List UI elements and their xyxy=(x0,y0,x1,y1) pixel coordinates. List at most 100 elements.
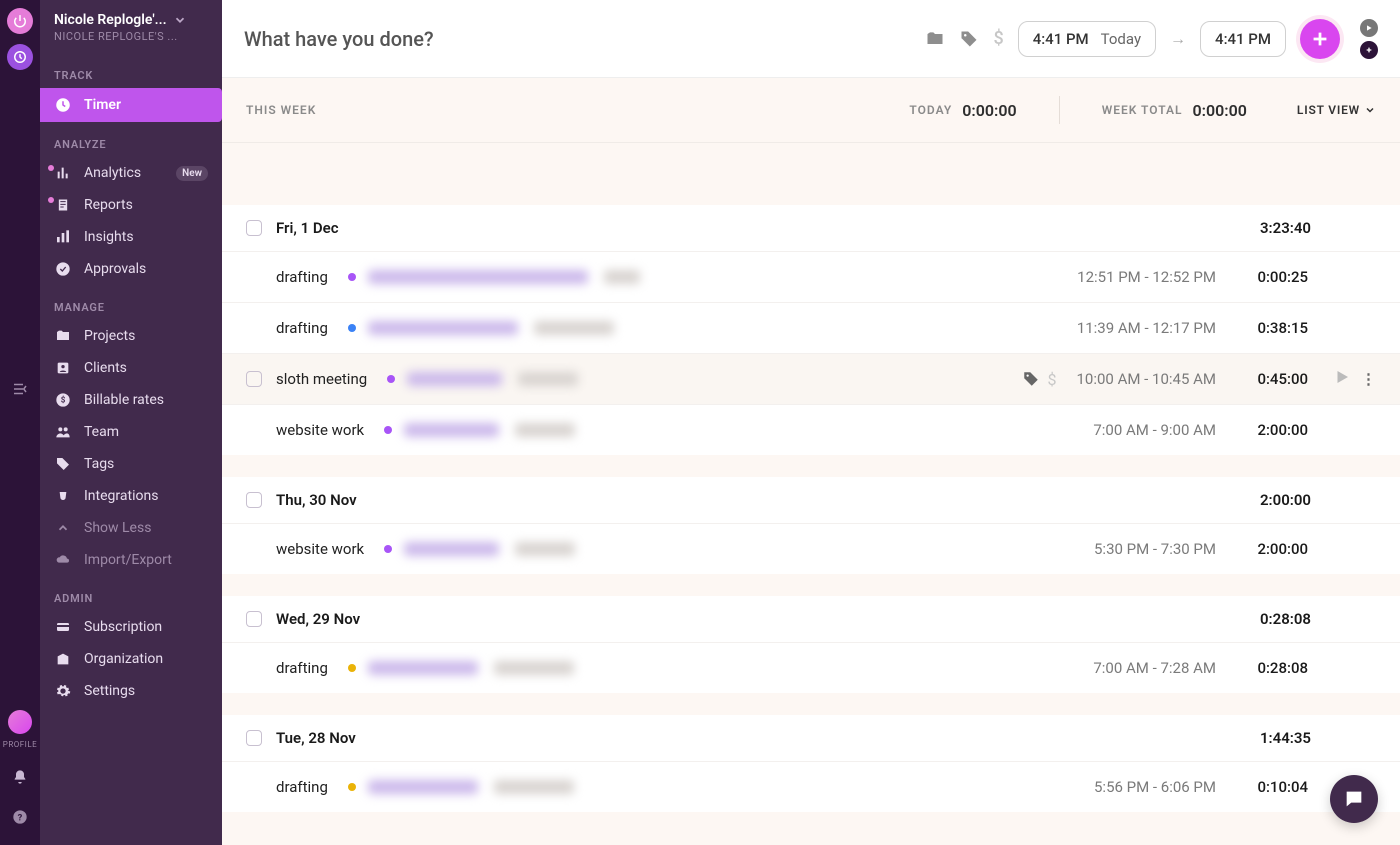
sidebar-item-settings[interactable]: Settings xyxy=(40,675,222,707)
time-entry[interactable]: website work 7:00 AM - 9:00 AM 2:00:00 ⋮ xyxy=(222,404,1400,455)
chat-button[interactable] xyxy=(1330,775,1378,823)
help-icon[interactable]: ? xyxy=(12,809,28,829)
folder-icon xyxy=(54,328,72,344)
sidebar-item-analytics[interactable]: AnalyticsNew xyxy=(40,157,222,189)
play-icon[interactable] xyxy=(1333,368,1351,390)
nav-label: Show Less xyxy=(84,520,151,536)
sidebar-item-timer[interactable]: Timer xyxy=(40,88,222,122)
main-area: $ 4:41 PMToday → 4:41 PM THIS WEEK TODAY… xyxy=(222,0,1400,845)
project-name-redacted xyxy=(368,321,518,335)
time-entry[interactable]: drafting 12:51 PM - 12:52 PM 0:00:25 ⋮ xyxy=(222,251,1400,302)
time-entry[interactable]: sloth meeting $ 10:00 AM - 10:45 AM 0:45… xyxy=(222,353,1400,404)
billable-icon[interactable]: $ xyxy=(1048,370,1057,389)
building-icon xyxy=(54,651,72,667)
summary-bar: THIS WEEK TODAY0:00:00 WEEK TOTAL0:00:00… xyxy=(222,78,1400,143)
create-entry-button[interactable] xyxy=(1300,19,1340,59)
nav-label: Approvals xyxy=(84,261,146,277)
day-checkbox[interactable] xyxy=(246,611,262,627)
entry-description: drafting xyxy=(276,268,328,286)
power-icon[interactable] xyxy=(7,8,33,34)
sidebar-item-organization[interactable]: Organization xyxy=(40,643,222,675)
manual-mode-button[interactable] xyxy=(1360,41,1378,59)
project-dot xyxy=(348,324,356,332)
day-checkbox[interactable] xyxy=(246,492,262,508)
end-time-box[interactable]: 4:41 PM xyxy=(1200,21,1286,57)
sidebar-item-projects[interactable]: Projects xyxy=(40,320,222,352)
sidebar-item-reports[interactable]: Reports xyxy=(40,189,222,221)
time-entry[interactable]: website work 5:30 PM - 7:30 PM 2:00:00 ⋮ xyxy=(222,523,1400,574)
play-mode-button[interactable] xyxy=(1360,19,1378,37)
gear-icon xyxy=(54,683,72,699)
sidebar: Nicole Replogle'... NICOLE REPLOGLE'S ..… xyxy=(40,0,222,845)
day-header: Tue, 28 Nov1:44:35 xyxy=(222,715,1400,761)
sidebar-item-approvals[interactable]: Approvals xyxy=(40,253,222,285)
duration: 0:28:08 xyxy=(1228,659,1308,677)
day-block: Wed, 29 Nov0:28:08 drafting 7:00 AM - 7:… xyxy=(222,596,1400,693)
sidebar-item-import-export[interactable]: Import/Export xyxy=(40,544,222,576)
team-icon xyxy=(54,424,72,440)
client-name-redacted xyxy=(494,780,574,794)
avatar[interactable] xyxy=(8,710,32,734)
sidebar-item-team[interactable]: Team xyxy=(40,416,222,448)
entry-description: website work xyxy=(276,421,364,439)
client-name-redacted xyxy=(494,661,574,675)
day-checkbox[interactable] xyxy=(246,220,262,236)
card-icon xyxy=(54,619,72,635)
start-time-box[interactable]: 4:41 PMToday xyxy=(1018,21,1156,57)
duration: 0:10:04 xyxy=(1228,778,1308,796)
bell-icon[interactable] xyxy=(12,769,28,789)
tag-icon xyxy=(54,456,72,472)
billable-toggle[interactable]: $ xyxy=(993,28,1003,49)
client-name-redacted xyxy=(515,542,575,556)
today-label: TODAY xyxy=(909,103,952,117)
workspace-selector[interactable]: Nicole Replogle'... NICOLE REPLOGLE'S ..… xyxy=(40,0,222,53)
day-header: Fri, 1 Dec3:23:40 xyxy=(222,205,1400,251)
sidebar-item-clients[interactable]: Clients xyxy=(40,352,222,384)
view-selector[interactable]: LIST VIEW xyxy=(1297,103,1376,117)
nav-label: Reports xyxy=(84,197,133,213)
nav-label: Billable rates xyxy=(84,392,164,408)
clock-icon xyxy=(54,96,72,114)
sidebar-item-tags[interactable]: Tags xyxy=(40,448,222,480)
nav-label: Timer xyxy=(84,97,121,113)
time-entry[interactable]: drafting 5:56 PM - 6:06 PM 0:10:04 ⋮ xyxy=(222,761,1400,812)
arrow-right-icon: → xyxy=(1170,29,1186,49)
sidebar-item-integrations[interactable]: Integrations xyxy=(40,480,222,512)
tag-icon[interactable] xyxy=(959,29,979,49)
time-entry[interactable]: drafting 11:39 AM - 12:17 PM 0:38:15 ⋮ xyxy=(222,302,1400,353)
end-time: 4:41 PM xyxy=(1215,30,1271,48)
workspace-subtitle: NICOLE REPLOGLE'S ... xyxy=(54,30,208,43)
folder-icon[interactable] xyxy=(925,29,945,49)
entry-checkbox[interactable] xyxy=(246,371,262,387)
app-rail: PROFILE ? xyxy=(0,0,40,845)
sidebar-item-show-less[interactable]: Show Less xyxy=(40,512,222,544)
duration: 2:00:00 xyxy=(1228,540,1308,558)
new-badge: New xyxy=(176,166,208,181)
entry-description: drafting xyxy=(276,319,328,337)
day-date: Thu, 30 Nov xyxy=(276,491,357,509)
workspace-name: Nicole Replogle'... xyxy=(54,12,167,28)
nav-label: Import/Export xyxy=(84,552,172,568)
day-total: 1:44:35 xyxy=(1260,729,1376,747)
chevron-down-icon xyxy=(1364,104,1376,116)
collapse-icon[interactable] xyxy=(11,380,29,402)
sidebar-item-subscription[interactable]: Subscription xyxy=(40,611,222,643)
more-icon[interactable]: ⋮ xyxy=(1361,370,1376,388)
day-checkbox[interactable] xyxy=(246,730,262,746)
time-entry[interactable]: drafting 7:00 AM - 7:28 AM 0:28:08 ⋮ xyxy=(222,642,1400,693)
nav-label: Projects xyxy=(84,328,135,344)
day-block: Thu, 30 Nov 2:00:00 website work 5:30 PM … xyxy=(222,477,1400,574)
project-dot xyxy=(384,545,392,553)
svg-text:$: $ xyxy=(61,396,66,405)
sidebar-item-insights[interactable]: Insights xyxy=(40,221,222,253)
timer-app-icon[interactable] xyxy=(7,44,33,70)
project-name-redacted xyxy=(368,661,478,675)
tag-icon[interactable] xyxy=(1022,370,1040,388)
sidebar-item-billable[interactable]: $ Billable rates xyxy=(40,384,222,416)
time-range: 12:51 PM - 12:52 PM xyxy=(1077,268,1216,286)
project-name-redacted xyxy=(368,780,478,794)
nav-label: Organization xyxy=(84,651,163,667)
section-track: TRACK xyxy=(40,53,222,88)
description-input[interactable] xyxy=(244,27,911,51)
project-name-redacted xyxy=(404,542,499,556)
